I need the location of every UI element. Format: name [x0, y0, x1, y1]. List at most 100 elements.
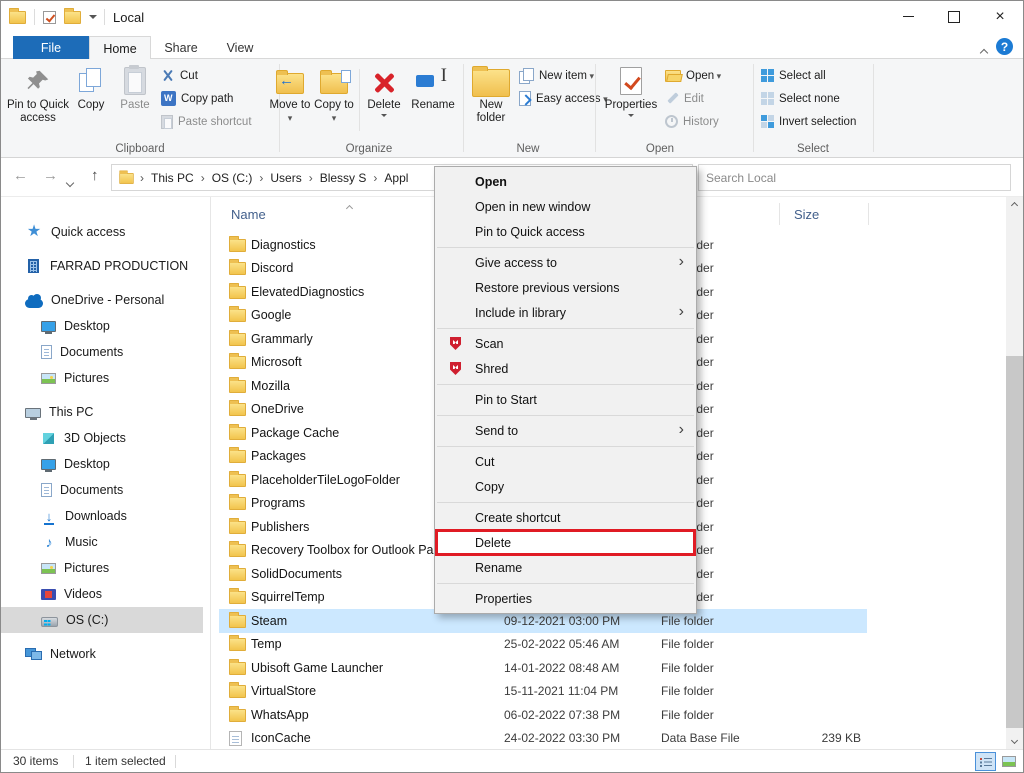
sidebar-item-quick-access[interactable]: ★Quick access	[1, 219, 203, 245]
copy-to-button[interactable]: Copy to	[313, 63, 355, 135]
sort-ascending-icon[interactable]	[347, 198, 352, 216]
search-input[interactable]: Search Local	[698, 164, 1011, 191]
sidebar-item-pictures[interactable]: Pictures	[1, 555, 203, 581]
context-menu-item-pin-to-start[interactable]: Pin to Start	[435, 387, 696, 412]
file-row-virtualstore[interactable]: VirtualStore15-11-2021 11:04 PMFile fold…	[219, 680, 867, 704]
scroll-down-icon[interactable]	[1006, 732, 1023, 749]
context-menu-item-restore-previous-versions[interactable]: Restore previous versions	[435, 275, 696, 300]
minimize-button[interactable]	[885, 1, 931, 32]
copy-button[interactable]: Copy	[71, 63, 111, 135]
context-menu-item-open-in-new-window[interactable]: Open in new window	[435, 194, 696, 219]
sidebar-item-os-c[interactable]: OS (C:)	[1, 607, 203, 633]
file-size: 239 KB	[739, 731, 861, 745]
sidebar-item-3d-objects[interactable]: 3D Objects	[1, 425, 203, 451]
breadcrumb-item-this-pc[interactable]: This PC	[149, 171, 196, 185]
new-folder-quick-icon[interactable]	[64, 11, 81, 24]
pin-to-quick-access-button[interactable]: Pin to Quick access	[7, 63, 69, 135]
sidebar-item-pictures[interactable]: Pictures	[1, 365, 203, 391]
sidebar-item-this-pc[interactable]: This PC	[1, 399, 203, 425]
sidebar-item-onedrive-personal[interactable]: OneDrive - Personal	[1, 287, 203, 313]
sidebar-item-farrad-production[interactable]: FARRAD PRODUCTION	[1, 253, 203, 279]
select-none-button[interactable]: Select none	[761, 88, 840, 109]
forward-icon[interactable]	[43, 167, 58, 184]
context-menu-item-create-shortcut[interactable]: Create shortcut	[435, 505, 696, 530]
context-menu-item-shred[interactable]: Shred	[435, 356, 696, 381]
close-button[interactable]: ×	[977, 1, 1023, 32]
properties-button[interactable]: Properties	[603, 63, 659, 135]
breadcrumb-item-os-c[interactable]: OS (C:)	[210, 171, 255, 185]
context-menu-item-give-access-to[interactable]: Give access to	[435, 250, 696, 275]
column-header-size[interactable]: Size	[794, 207, 819, 222]
tab-file[interactable]: File	[13, 36, 89, 60]
sidebar-item-documents[interactable]: Documents	[1, 477, 203, 503]
context-menu-item-scan[interactable]: Scan	[435, 331, 696, 356]
file-row-ubisoft-game-launcher[interactable]: Ubisoft Game Launcher14-01-2022 08:48 AM…	[219, 656, 867, 680]
vertical-scrollbar[interactable]	[1006, 197, 1023, 749]
context-menu-item-open[interactable]: Open	[435, 169, 696, 194]
divider	[779, 203, 780, 225]
up-icon[interactable]	[91, 167, 99, 184]
sidebar-item-network[interactable]: Network	[1, 641, 203, 667]
menu-separator	[437, 583, 694, 584]
sidebar-item-desktop[interactable]: Desktop	[1, 451, 203, 477]
divider	[753, 64, 754, 152]
breadcrumb-item-appl[interactable]: Appl	[382, 171, 410, 185]
tab-home[interactable]: Home	[89, 36, 151, 60]
details-view-button[interactable]	[975, 752, 996, 771]
copy-path-button[interactable]: Copy path	[161, 88, 233, 109]
paste-button[interactable]: Paste	[113, 63, 157, 135]
breadcrumb-item-blessy-s[interactable]: Blessy S	[318, 171, 369, 185]
paste-shortcut-button[interactable]: Paste shortcut	[161, 111, 252, 132]
invert-selection-button[interactable]: Invert selection	[761, 111, 856, 132]
file-row-temp[interactable]: Temp25-02-2022 05:46 AMFile folder	[219, 633, 867, 657]
open-button[interactable]: Open	[665, 65, 721, 86]
sidebar-item-label: Pictures	[64, 371, 109, 385]
tab-view[interactable]: View	[211, 36, 269, 60]
qat-dropdown-icon[interactable]	[89, 14, 96, 21]
recent-locations-icon[interactable]	[67, 173, 73, 191]
file-row-iconcache[interactable]: IconCache24-02-2022 03:30 PMData Base Fi…	[219, 727, 867, 751]
title-bar: Local ×	[1, 1, 1023, 33]
sidebar-item-downloads[interactable]: ↓Downloads	[1, 503, 203, 529]
context-menu-item-pin-to-quick-access[interactable]: Pin to Quick access	[435, 219, 696, 244]
tab-share[interactable]: Share	[151, 36, 211, 60]
scroll-up-icon[interactable]	[1006, 197, 1023, 214]
context-menu-item-send-to[interactable]: Send to	[435, 418, 696, 443]
context-menu-item-properties[interactable]: Properties	[435, 586, 696, 611]
open-folder-icon	[665, 70, 681, 82]
cut-button[interactable]: Cut	[161, 65, 198, 86]
delete-button[interactable]: Delete	[363, 63, 405, 135]
context-menu-item-rename[interactable]: Rename	[435, 555, 696, 580]
history-button[interactable]: History	[665, 111, 719, 132]
organize-group-label: Organize	[279, 143, 459, 155]
select-all-button[interactable]: Select all	[761, 65, 826, 86]
file-name: Ubisoft Game Launcher	[251, 661, 383, 675]
window-controls: ×	[885, 1, 1023, 32]
column-header-name[interactable]: Name	[231, 207, 266, 222]
context-menu-item-delete[interactable]: Delete	[435, 529, 696, 556]
new-folder-button[interactable]: New folder	[467, 63, 515, 135]
maximize-button[interactable]	[931, 1, 977, 32]
sidebar-item-music[interactable]: ♪Music	[1, 529, 203, 555]
sidebar-item-desktop[interactable]: Desktop	[1, 313, 203, 339]
folder-icon	[229, 309, 246, 322]
move-to-button[interactable]: ← Move to	[269, 63, 311, 135]
rename-button[interactable]: Rename	[407, 63, 459, 135]
sidebar-item-videos[interactable]: Videos	[1, 581, 203, 607]
edit-button[interactable]: Edit	[665, 88, 704, 109]
back-icon[interactable]	[13, 167, 28, 184]
doc-icon	[41, 483, 52, 497]
file-name: PlaceholderTileLogoFolder	[251, 473, 400, 487]
context-menu-item-cut[interactable]: Cut	[435, 449, 696, 474]
file-row-whatsapp[interactable]: WhatsApp06-02-2022 07:38 PMFile folder	[219, 703, 867, 727]
new-item-button[interactable]: New item	[519, 65, 594, 86]
monitor-icon	[41, 321, 56, 332]
properties-quick-icon[interactable]	[43, 11, 56, 24]
context-menu-item-copy[interactable]: Copy	[435, 474, 696, 499]
help-icon[interactable]	[996, 38, 1013, 55]
scrollbar-thumb[interactable]	[1006, 356, 1023, 728]
thumbnails-view-button[interactable]	[998, 752, 1019, 771]
sidebar-item-documents[interactable]: Documents	[1, 339, 203, 365]
breadcrumb-item-users[interactable]: Users	[268, 171, 303, 185]
context-menu-item-include-in-library[interactable]: Include in library	[435, 300, 696, 325]
